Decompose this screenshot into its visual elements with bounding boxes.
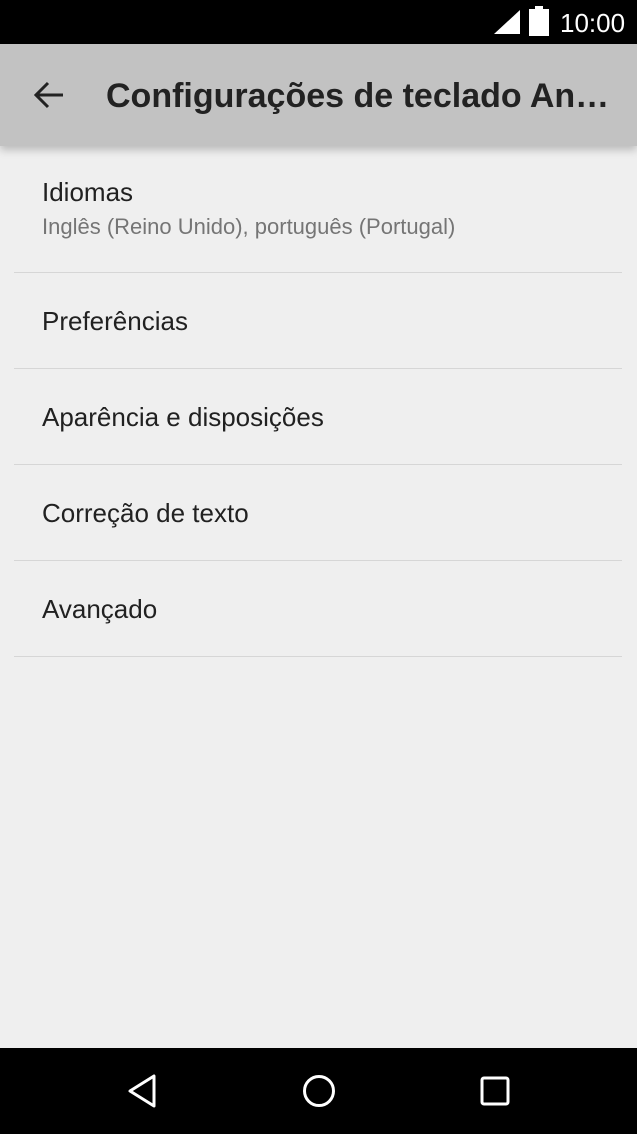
- settings-item-label: Correção de texto: [42, 498, 249, 528]
- app-bar: Configurações de teclado Android (AOSP): [0, 44, 637, 146]
- settings-item-label: Avançado: [42, 594, 158, 624]
- settings-item-label: Preferências: [42, 306, 188, 336]
- nav-recents-square-icon: [480, 1076, 510, 1106]
- nav-home-button[interactable]: [294, 1066, 344, 1116]
- arrow-back-icon: [33, 81, 63, 109]
- settings-item-preferencias[interactable]: Preferências: [14, 273, 622, 369]
- battery-icon: [529, 6, 549, 36]
- status-bar: 10:00: [0, 0, 637, 44]
- back-button[interactable]: [22, 69, 76, 121]
- status-time: 10:00: [560, 8, 626, 38]
- nav-home-circle-icon: [303, 1075, 335, 1107]
- page-title: Configurações de teclado Android (AOSP): [106, 77, 621, 115]
- settings-item-label: Aparência e disposições: [42, 402, 324, 432]
- settings-item-aparencia[interactable]: Aparência e disposições: [14, 369, 622, 465]
- nav-recents-button[interactable]: [470, 1066, 520, 1116]
- settings-list: Idiomas Inglês (Reino Unido), português …: [0, 146, 637, 657]
- cell-signal-icon: [494, 10, 520, 34]
- settings-item-summary: Inglês (Reino Unido), português (Portuga…: [42, 214, 456, 239]
- settings-item-idiomas[interactable]: Idiomas Inglês (Reino Unido), português …: [14, 146, 622, 273]
- navigation-bar: [0, 1048, 637, 1134]
- settings-item-label: Idiomas: [42, 177, 134, 207]
- settings-item-correcao[interactable]: Correção de texto: [14, 465, 622, 561]
- settings-item-avancado[interactable]: Avançado: [14, 561, 622, 657]
- nav-back-button[interactable]: [117, 1066, 167, 1116]
- nav-back-triangle-icon: [128, 1074, 156, 1108]
